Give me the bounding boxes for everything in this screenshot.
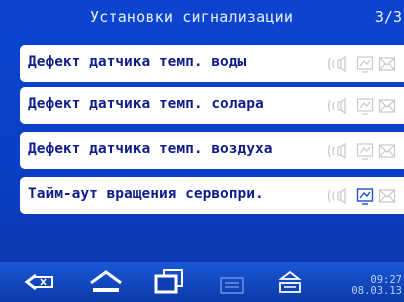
sound-icon[interactable] <box>326 187 352 205</box>
notification-icons <box>326 97 396 115</box>
windows-icon[interactable] <box>152 266 186 298</box>
display-alert-icon[interactable] <box>356 142 374 160</box>
email-icon[interactable] <box>378 55 396 73</box>
page-indicator: 3/3 <box>374 8 402 26</box>
home-icon[interactable] <box>88 266 124 298</box>
display-alert-icon[interactable] <box>356 55 374 73</box>
menu-icon[interactable] <box>218 266 246 298</box>
display-alert-icon[interactable] <box>356 187 374 205</box>
eject-icon[interactable] <box>277 266 303 298</box>
clock: 09:27 08.03.13 <box>351 275 402 297</box>
back-icon[interactable] <box>22 266 56 298</box>
notification-icons <box>326 187 396 205</box>
notification-icons <box>326 55 396 73</box>
email-icon[interactable] <box>378 142 396 160</box>
alarm-row-label: Дефект датчика темп. воды <box>28 54 247 70</box>
title-bar: Установки сигнализации 3/3 <box>0 0 404 36</box>
taskbar: 09:27 08.03.13 <box>0 262 404 302</box>
alarm-row-label: Дефект датчика темп. воздуха <box>28 141 273 157</box>
email-icon[interactable] <box>378 97 396 115</box>
page-title: Установки сигнализации <box>90 8 294 26</box>
clock-date: 08.03.13 <box>351 285 402 297</box>
alarm-row-solar-sensor[interactable]: Дефект датчика темп. солара <box>20 87 404 124</box>
alarm-settings-screen: Установки сигнализации 3/3 Дефект датчик… <box>0 0 404 302</box>
alarm-row-label: Дефект датчика темп. солара <box>28 96 264 112</box>
display-alert-icon[interactable] <box>356 97 374 115</box>
email-icon[interactable] <box>378 187 396 205</box>
sound-icon[interactable] <box>326 97 352 115</box>
alarm-row-servo-timeout[interactable]: Тайм-аут вращения сервопри. <box>20 177 404 214</box>
notification-icons <box>326 142 396 160</box>
sound-icon[interactable] <box>326 142 352 160</box>
sound-icon[interactable] <box>326 55 352 73</box>
alarm-row-label: Тайм-аут вращения сервопри. <box>28 186 264 202</box>
alarm-row-air-sensor[interactable]: Дефект датчика темп. воздуха <box>20 132 404 169</box>
alarm-row-water-sensor[interactable]: Дефект датчика темп. воды <box>20 45 404 82</box>
